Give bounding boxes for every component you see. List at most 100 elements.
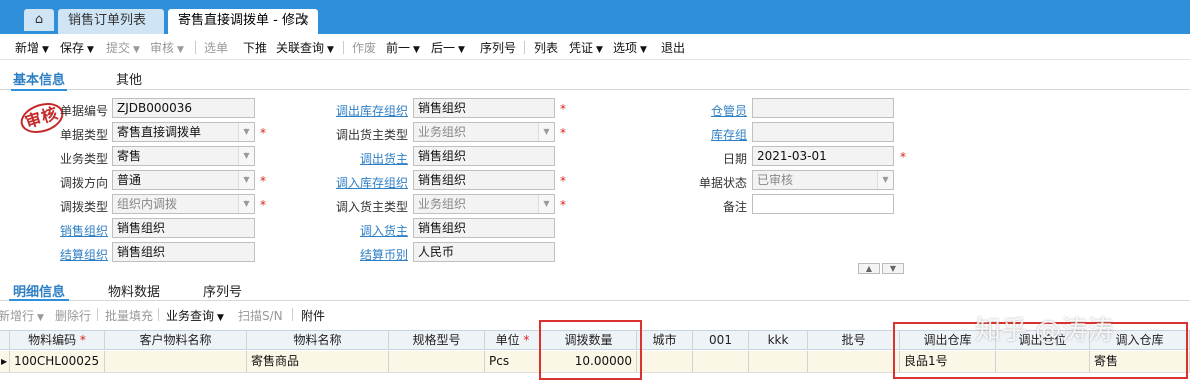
chevron-down-icon: ▼ bbox=[538, 195, 554, 213]
column-header[interactable]: 规格型号 bbox=[389, 331, 485, 349]
column-header[interactable]: 物料名称 bbox=[247, 331, 389, 349]
column-header[interactable]: 批号 bbox=[808, 331, 900, 349]
required-mark: * bbox=[260, 198, 266, 212]
bill-no-field[interactable]: ZJDB000036 bbox=[112, 98, 255, 118]
push-down-button[interactable]: 下推 bbox=[243, 39, 267, 56]
out-owner-field[interactable]: 销售组织 bbox=[413, 146, 555, 166]
out-owner-link[interactable]: 调出货主 bbox=[360, 150, 408, 167]
serial-number-button[interactable]: 序列号 bbox=[480, 39, 516, 56]
required-mark: * bbox=[260, 174, 266, 188]
transfer-type-label: 调拨类型 bbox=[59, 200, 108, 214]
out-stock-org-link[interactable]: 调出库存组织 bbox=[336, 102, 408, 119]
column-header[interactable]: 单位 * bbox=[485, 331, 541, 349]
out-owner-type-select[interactable]: 业务组织 ▼ bbox=[413, 122, 555, 142]
previous-button[interactable]: 前一 ▼ bbox=[386, 39, 420, 56]
in-owner-field[interactable]: 销售组织 bbox=[413, 218, 555, 238]
options-button[interactable]: 选项 ▼ bbox=[613, 39, 647, 56]
related-query-button[interactable]: 关联查询 ▼ bbox=[276, 39, 334, 56]
attachment-button[interactable]: 附件 bbox=[301, 307, 325, 324]
stock-group-field[interactable] bbox=[752, 122, 894, 142]
add-row-button[interactable]: 新增行 ▼ bbox=[0, 307, 44, 324]
tab-sales-order-list[interactable]: 销售订单列表 bbox=[58, 9, 164, 34]
in-owner-link[interactable]: 调入货主 bbox=[360, 222, 408, 239]
next-button[interactable]: 后一 ▼ bbox=[431, 39, 465, 56]
in-stock-org-field[interactable]: 销售组织 bbox=[413, 170, 555, 190]
delete-row-button[interactable]: 删除行 bbox=[55, 307, 91, 324]
toolbar-divider bbox=[195, 41, 196, 54]
list-button[interactable]: 列表 bbox=[534, 39, 558, 56]
caret-down-icon: ▼ bbox=[640, 45, 647, 55]
transfer-direction-select[interactable]: 普通 ▼ bbox=[112, 170, 255, 190]
submit-button[interactable]: 提交 ▼ bbox=[106, 39, 140, 56]
bill-status-select[interactable]: 已审核 ▼ bbox=[752, 170, 894, 190]
table-cell[interactable]: 寄售商品 bbox=[247, 351, 389, 372]
settle-currency-link[interactable]: 结算币别 bbox=[360, 246, 408, 263]
remark-field[interactable] bbox=[752, 194, 894, 214]
tab-material-data[interactable]: 物料数据 bbox=[108, 281, 160, 300]
detail-tabs: 明细信息 物料数据 序列号 bbox=[0, 279, 1190, 301]
scan-sn-button[interactable]: 扫描S/N bbox=[238, 307, 283, 324]
table-cell[interactable]: Pcs bbox=[485, 351, 541, 372]
toolbar-divider bbox=[343, 41, 344, 54]
column-header[interactable]: 001 bbox=[693, 331, 749, 349]
bill-type-label: 单据类型 bbox=[59, 128, 108, 142]
caret-down-icon: ▼ bbox=[133, 45, 140, 55]
tab-consignment-transfer-edit[interactable]: 寄售直接调拨单 - 修改 × bbox=[168, 9, 318, 34]
tab-other[interactable]: 其他 bbox=[116, 69, 142, 88]
home-icon[interactable]: ⌂ bbox=[24, 9, 54, 31]
out-owner-type-label: 调出货主类型 bbox=[335, 128, 408, 142]
keeper-field[interactable] bbox=[752, 98, 894, 118]
table-cell[interactable] bbox=[693, 351, 749, 372]
exit-button[interactable]: 退出 bbox=[661, 39, 685, 56]
void-button[interactable]: 作废 bbox=[352, 39, 376, 56]
sale-org-field[interactable]: 销售组织 bbox=[112, 218, 255, 238]
table-cell[interactable] bbox=[105, 351, 247, 372]
table-cell[interactable] bbox=[808, 351, 900, 372]
settle-org-link[interactable]: 结算组织 bbox=[60, 246, 108, 263]
audit-button[interactable]: 审核 ▼ bbox=[150, 39, 184, 56]
tab-label: 销售订单列表 bbox=[68, 13, 147, 28]
sale-org-link[interactable]: 销售组织 bbox=[60, 222, 108, 239]
in-stock-org-link[interactable]: 调入库存组织 bbox=[336, 174, 408, 191]
date-label: 日期 bbox=[722, 152, 747, 166]
batch-fill-button[interactable]: 批量填充 bbox=[105, 307, 153, 324]
bill-type-select[interactable]: 寄售直接调拨单 ▼ bbox=[112, 122, 255, 142]
biz-type-select[interactable]: 寄售 ▼ bbox=[112, 146, 255, 166]
tab-basic-info[interactable]: 基本信息 bbox=[10, 69, 68, 91]
table-cell[interactable] bbox=[749, 351, 808, 372]
voucher-button[interactable]: 凭证 ▼ bbox=[569, 39, 603, 56]
settle-currency-field[interactable]: 人民币 bbox=[413, 242, 555, 262]
date-field[interactable]: 2021-03-01 bbox=[752, 146, 894, 166]
form-tabs: 基本信息 其他 bbox=[0, 64, 1190, 91]
stock-group-link[interactable]: 库存组 bbox=[711, 126, 747, 143]
column-header[interactable]: 城市 bbox=[637, 331, 693, 349]
close-icon[interactable]: × bbox=[299, 9, 310, 33]
column-header[interactable]: 客户物料名称 bbox=[105, 331, 247, 349]
in-owner-type-select[interactable]: 业务组织 ▼ bbox=[413, 194, 555, 214]
tab-label: 寄售直接调拨单 - 修改 bbox=[178, 13, 308, 28]
caret-down-icon: ▼ bbox=[42, 45, 49, 55]
save-button[interactable]: 保存 ▼ bbox=[60, 39, 94, 56]
new-button[interactable]: 新增 ▼ bbox=[15, 39, 49, 56]
column-header[interactable]: 物料编码 * bbox=[10, 331, 105, 349]
tab-detail-info[interactable]: 明细信息 bbox=[8, 281, 70, 301]
chevron-down-icon[interactable]: ▼ bbox=[882, 263, 904, 274]
transfer-type-select[interactable]: 组织内调拨 ▼ bbox=[112, 194, 255, 214]
table-cell[interactable] bbox=[637, 351, 693, 372]
settle-org-field[interactable]: 销售组织 bbox=[112, 242, 255, 262]
caret-down-icon: ▼ bbox=[217, 313, 224, 323]
toolbar-divider bbox=[292, 308, 293, 321]
table-cell[interactable]: 100CHL00025 bbox=[10, 351, 105, 372]
caret-down-icon: ▼ bbox=[458, 45, 465, 55]
tab-serial-numbers[interactable]: 序列号 bbox=[203, 281, 242, 300]
select-bill-button[interactable]: 选单 bbox=[204, 39, 228, 56]
business-query-button[interactable]: 业务查询 ▼ bbox=[166, 307, 224, 324]
keeper-link[interactable]: 仓管员 bbox=[711, 102, 747, 119]
out-stock-org-field[interactable]: 销售组织 bbox=[413, 98, 555, 118]
chevron-down-icon: ▼ bbox=[238, 147, 254, 165]
table-cell[interactable] bbox=[389, 351, 485, 372]
column-header[interactable]: kkk bbox=[749, 331, 808, 349]
chevron-up-icon[interactable]: ▲ bbox=[858, 263, 880, 274]
chevron-down-icon: ▼ bbox=[538, 123, 554, 141]
current-row-icon: ▶ bbox=[0, 351, 10, 372]
